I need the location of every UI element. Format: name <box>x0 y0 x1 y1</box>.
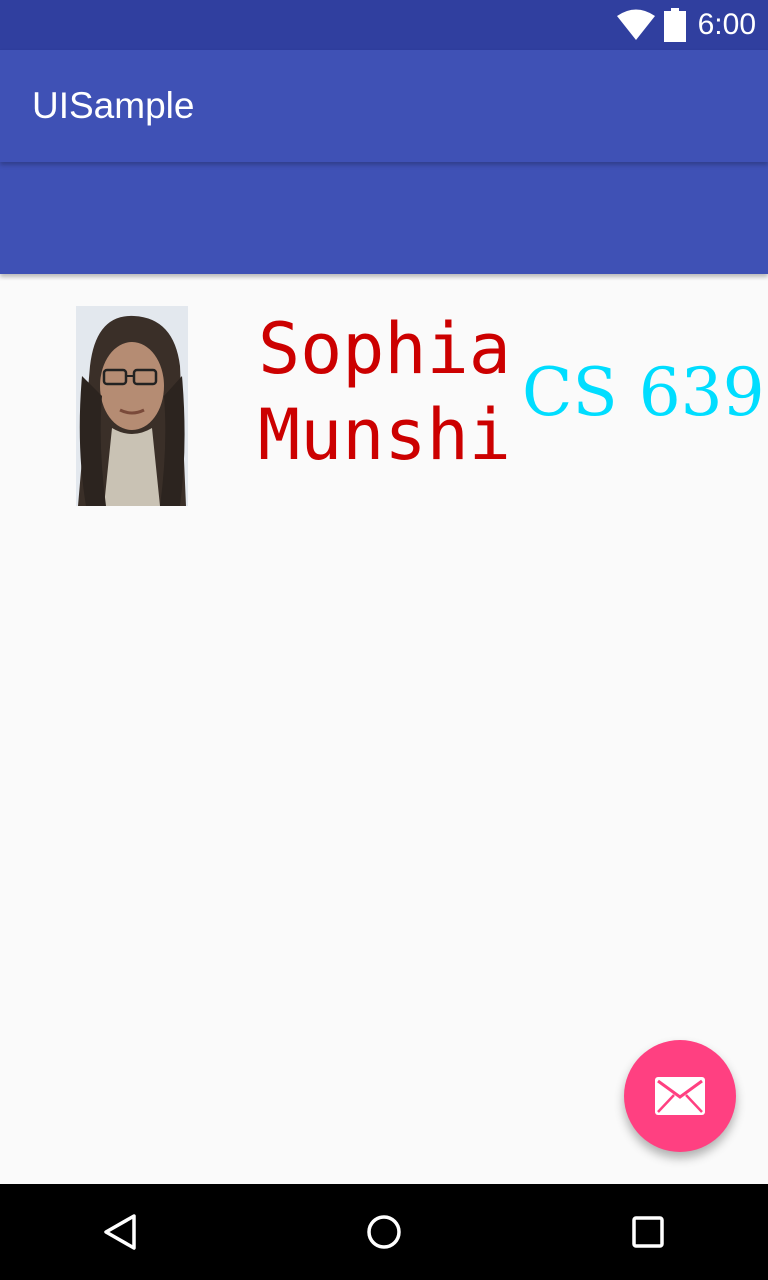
back-icon[interactable] <box>90 1202 150 1262</box>
battery-icon <box>663 8 686 42</box>
wifi-icon <box>616 9 655 40</box>
home-icon[interactable] <box>354 1202 414 1262</box>
course-label: CS 639 <box>522 354 765 431</box>
recents-icon[interactable] <box>618 1202 678 1262</box>
portrait-image <box>76 306 188 506</box>
profile-photo <box>76 306 188 506</box>
app-bar: UISample <box>0 50 768 274</box>
navigation-bar <box>0 1184 768 1280</box>
email-fab-button[interactable] <box>624 1040 736 1152</box>
mail-icon <box>655 1077 705 1115</box>
status-bar: 6:00 <box>0 0 768 50</box>
toolbar-title: UISample <box>32 85 195 126</box>
status-clock: 6:00 <box>697 8 756 41</box>
toolbar: UISample <box>0 50 768 162</box>
name-label: Sophia Munshi <box>258 308 511 476</box>
screen: 6:00 UISample Sophia Munshi CS 639 <box>0 0 768 1280</box>
